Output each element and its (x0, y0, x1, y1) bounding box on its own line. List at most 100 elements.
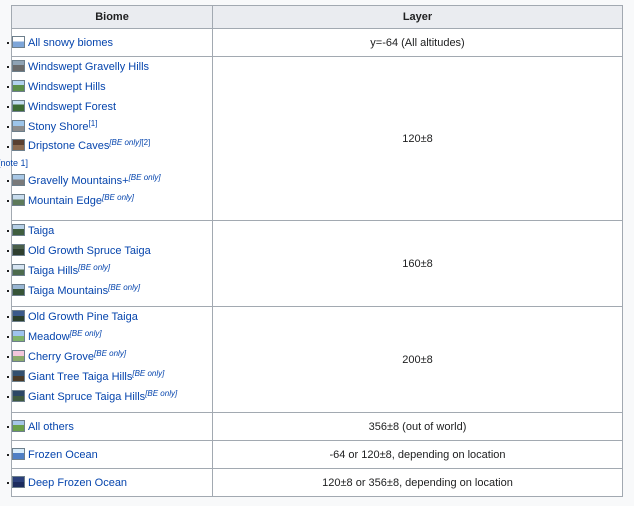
be-only-note[interactable]: [BE only] (70, 329, 102, 338)
biome-list: Taiga Old Growth Spruce Taiga Taiga Hill… (7, 221, 212, 301)
biome-cell: Deep Frozen Ocean (7, 468, 213, 497)
list-item: Cherry Grove[BE only] (7, 347, 212, 367)
be-only-text[interactable]: [BE only] (102, 193, 134, 202)
mountain-edge-icon[interactable] (12, 194, 25, 206)
be-only-text[interactable]: [BE only] (132, 369, 164, 378)
list-item: All others (7, 417, 212, 437)
list-item: Giant Tree Taiga Hills[BE only] (7, 367, 212, 387)
biome-list: All others (7, 417, 212, 437)
be-only-note[interactable]: [BE only] (78, 263, 110, 272)
taiga-mountains-icon[interactable] (12, 284, 25, 296)
reference-link[interactable]: [1] (89, 119, 98, 128)
table-header-row: Biome Layer (11, 5, 623, 29)
biome-layer-table: Biome Layer All snowy biomes y=-64 (All … (0, 5, 623, 497)
be-only-note[interactable]: [BE only] (132, 369, 164, 378)
layer-cell: 160±8 (212, 220, 623, 307)
taiga-icon[interactable] (12, 224, 25, 236)
gravelly-mountains-icon[interactable] (12, 174, 25, 186)
giant-tree-taiga-hills-icon[interactable] (12, 370, 25, 382)
be-only-note[interactable]: [BE only] (108, 283, 140, 292)
biome-link[interactable]: Windswept Hills (28, 81, 106, 93)
biome-link[interactable]: Gravelly Mountains+ (28, 175, 129, 187)
old-growth-spruce-taiga-icon[interactable] (12, 244, 25, 256)
column-header-layer: Layer (212, 5, 623, 29)
list-item: Deep Frozen Ocean (7, 473, 212, 493)
biome-cell: Old Growth Pine Taiga Meadow[BE only] Ch… (7, 306, 213, 413)
biome-list: Frozen Ocean (7, 445, 212, 465)
biome-list: Deep Frozen Ocean (7, 473, 212, 493)
table-row: Windswept Gravelly Hills Windswept Hills… (0, 56, 623, 221)
deep-frozen-ocean-icon[interactable] (12, 476, 25, 488)
list-item: Old Growth Pine Taiga (7, 307, 212, 327)
biome-link[interactable]: Old Growth Spruce Taiga (28, 245, 151, 257)
biome-link[interactable]: Windswept Gravelly Hills (28, 61, 149, 73)
layer-cell: 200±8 (212, 306, 623, 413)
biome-link[interactable]: Giant Spruce Taiga Hills (28, 391, 145, 403)
dripstone-caves-icon[interactable] (12, 139, 25, 151)
be-only-text[interactable]: [BE only] (108, 283, 140, 292)
list-item: Taiga Hills[BE only] (7, 261, 212, 281)
list-item: Dripstone Caves[BE only][2] [note 1] (0, 137, 212, 171)
biome-list: Windswept Gravelly Hills Windswept Hills… (0, 57, 212, 211)
biome-cell: Frozen Ocean (7, 440, 213, 469)
be-only-text[interactable]: [BE only] (70, 329, 102, 338)
cherry-grove-icon[interactable] (12, 350, 25, 362)
biome-list: Old Growth Pine Taiga Meadow[BE only] Ch… (7, 307, 212, 407)
frozen-ocean-icon[interactable] (12, 448, 25, 460)
giant-spruce-taiga-hills-icon[interactable] (12, 390, 25, 402)
reference-link[interactable]: [2] (141, 138, 150, 147)
biome-link[interactable]: Taiga Mountains (28, 285, 108, 297)
biome-link[interactable]: Cherry Grove (28, 351, 94, 363)
table-row: Taiga Old Growth Spruce Taiga Taiga Hill… (7, 220, 623, 307)
taiga-hills-icon[interactable] (12, 264, 25, 276)
be-only-text[interactable]: [BE only] (109, 138, 141, 147)
be-only-note[interactable]: [BE only] (94, 349, 126, 358)
be-only-note[interactable]: [BE only] (129, 173, 161, 182)
biome-link[interactable]: Old Growth Pine Taiga (28, 311, 138, 323)
windswept-gravelly-hills-icon[interactable] (12, 60, 25, 72)
stony-shore-icon[interactable] (12, 120, 25, 132)
biome-link[interactable]: Dripstone Caves (28, 140, 109, 152)
biome-link[interactable]: Taiga Hills (28, 265, 78, 277)
list-item: Stony Shore[1] (7, 117, 212, 137)
table-row: All snowy biomes y=-64 (All altitudes) (7, 28, 623, 57)
layer-cell: 120±8 or 356±8, depending on location (212, 468, 623, 497)
biome-cell: All snowy biomes (7, 28, 213, 57)
layer-cell: y=-64 (All altitudes) (212, 28, 623, 57)
biome-link[interactable]: Stony Shore (28, 121, 89, 133)
list-item: Mountain Edge[BE only] (7, 191, 212, 211)
biome-cell: Windswept Gravelly Hills Windswept Hills… (0, 56, 213, 221)
windswept-hills-icon[interactable] (12, 80, 25, 92)
meadow-icon[interactable] (12, 330, 25, 342)
list-item: Frozen Ocean (7, 445, 212, 465)
be-only-text[interactable]: [BE only] (78, 263, 110, 272)
be-only-note[interactable]: [BE only][2] (109, 138, 150, 147)
note-link[interactable]: [note 1] (0, 155, 212, 171)
biome-list: All snowy biomes (7, 33, 212, 53)
biome-link[interactable]: Mountain Edge (28, 195, 102, 207)
all-others-icon[interactable] (12, 420, 25, 432)
list-item: Taiga Mountains[BE only] (7, 281, 212, 301)
list-item: Windswept Hills (7, 77, 212, 97)
old-growth-pine-taiga-icon[interactable] (12, 310, 25, 322)
be-only-text[interactable]: [BE only] (129, 173, 161, 182)
snowy-biome-icon[interactable] (12, 36, 25, 48)
biome-link[interactable]: Meadow (28, 331, 70, 343)
list-item: All snowy biomes (7, 33, 212, 53)
be-only-text[interactable]: [BE only] (145, 389, 177, 398)
biome-link[interactable]: Frozen Ocean (28, 449, 98, 461)
biome-link[interactable]: Deep Frozen Ocean (28, 477, 127, 489)
biome-link[interactable]: All others (28, 421, 74, 433)
be-only-note[interactable]: [BE only] (145, 389, 177, 398)
be-only-text[interactable]: [BE only] (94, 349, 126, 358)
table-row: All others 356±8 (out of world) (7, 412, 623, 441)
be-only-note[interactable]: [BE only] (102, 193, 134, 202)
biome-link[interactable]: Giant Tree Taiga Hills (28, 371, 132, 383)
list-item: Gravelly Mountains+[BE only] (7, 171, 212, 191)
biome-link[interactable]: Windswept Forest (28, 101, 116, 113)
biome-link[interactable]: All snowy biomes (28, 37, 113, 49)
biome-link[interactable]: Taiga (28, 225, 54, 237)
windswept-forest-icon[interactable] (12, 100, 25, 112)
layer-cell: 120±8 (212, 56, 623, 221)
list-item: Windswept Gravelly Hills (7, 57, 212, 77)
